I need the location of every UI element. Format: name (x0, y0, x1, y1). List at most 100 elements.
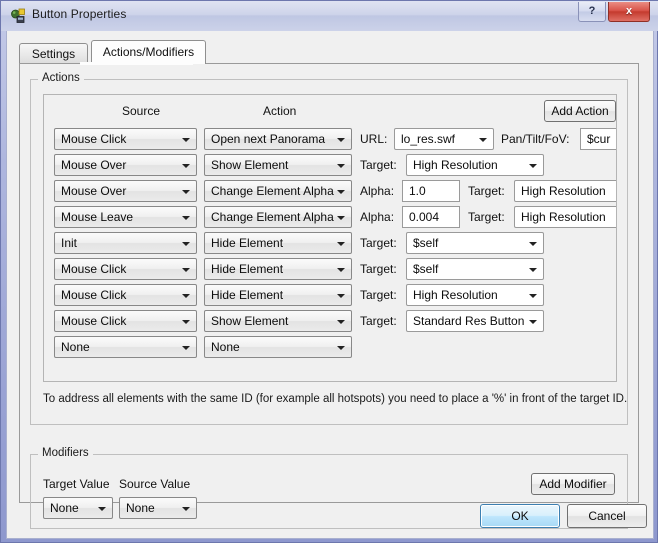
column-header-action: Action (263, 104, 297, 118)
row-target-combo[interactable]: High Resolution (514, 206, 616, 228)
chevron-down-icon (529, 242, 537, 246)
chevron-down-icon (479, 138, 487, 142)
row-action-combo[interactable]: Change Element Alpha (204, 180, 352, 202)
dialog-window: Button Properties ? x Settings Actions/M… (0, 0, 658, 543)
row-source-combo[interactable]: None (54, 336, 197, 358)
chevron-down-icon (182, 190, 190, 194)
row-action-combo[interactable]: Change Element Alpha (204, 206, 352, 228)
chevron-down-icon (337, 216, 345, 220)
chevron-down-icon (182, 507, 190, 511)
row-field-label-1: Target: (360, 262, 397, 276)
add-modifier-button[interactable]: Add Modifier (531, 473, 615, 495)
chevron-down-icon (337, 320, 345, 324)
row-source-value: Mouse Over (61, 158, 127, 172)
row-target-value: $self (413, 236, 439, 250)
row-url-combo[interactable]: lo_res.swf (394, 128, 494, 150)
modifier-header-source-value: Source Value (119, 477, 191, 491)
app-icon (11, 8, 25, 23)
row-field-label-1: Alpha: (360, 184, 395, 198)
chevron-down-icon (182, 320, 190, 324)
actions-scroll-panel: Source Action Add Action Mouse Click Ope… (43, 94, 617, 382)
row-field-label-1: Alpha: (360, 210, 395, 224)
row-action-combo[interactable]: None (204, 336, 352, 358)
chevron-down-icon (337, 190, 345, 194)
row-target-value: High Resolution (413, 288, 498, 302)
row-url-value: lo_res.swf (401, 132, 456, 146)
tab-actions-modifiers[interactable]: Actions/Modifiers (91, 40, 206, 64)
row-action-value: Hide Element (211, 288, 284, 302)
row-source-combo[interactable]: Mouse Click (54, 128, 197, 150)
row-target-combo[interactable]: Standard Res Button (406, 310, 544, 332)
chevron-down-icon (337, 346, 345, 350)
row-target-value: $self (413, 262, 439, 276)
row-alpha-input[interactable]: 0.004 (402, 206, 460, 228)
tab-active-notch (80, 62, 193, 65)
row-action-value: Open next Panorama (211, 132, 326, 146)
row-source-value: Mouse Click (61, 262, 127, 276)
chevron-down-icon (182, 138, 190, 142)
chevron-down-icon (529, 268, 537, 272)
actions-note: To address all elements with the same ID… (43, 393, 628, 405)
row-action-combo[interactable]: Hide Element (204, 258, 352, 280)
chevron-down-icon (182, 242, 190, 246)
row-pantiltfov-input[interactable]: $cur (580, 128, 616, 150)
row-action-value: Hide Element (211, 262, 284, 276)
row-field-label-1: Target: (360, 158, 397, 172)
row-action-combo[interactable]: Show Element (204, 310, 352, 332)
row-source-value: Mouse Leave (61, 210, 134, 224)
row-action-value: Show Element (211, 314, 289, 328)
modifier-source-value: None (126, 501, 155, 515)
row-alpha-input[interactable]: 1.0 (402, 180, 460, 202)
ok-button[interactable]: OK (480, 504, 560, 528)
modifier-target-value: None (50, 501, 79, 515)
chevron-down-icon (337, 138, 345, 142)
cancel-button[interactable]: Cancel (567, 504, 647, 528)
row-source-value: None (61, 340, 90, 354)
row-action-value: Change Element Alpha (211, 210, 334, 224)
row-field-label-2: Target: (468, 184, 505, 198)
row-action-combo[interactable]: Hide Element (204, 284, 352, 306)
row-action-value: Change Element Alpha (211, 184, 334, 198)
chevron-down-icon (337, 242, 345, 246)
row-source-combo[interactable]: Mouse Over (54, 154, 197, 176)
row-target-value: Standard Res Button (413, 314, 525, 328)
row-action-combo[interactable]: Open next Panorama (204, 128, 352, 150)
row-source-combo[interactable]: Mouse Click (54, 258, 197, 280)
chevron-down-icon (98, 507, 106, 511)
tab-strip: Settings Actions/Modifiers (19, 40, 639, 64)
modifier-target-value-combo[interactable]: None (43, 497, 113, 519)
tab-settings[interactable]: Settings (19, 43, 88, 64)
help-button[interactable]: ? (578, 2, 606, 22)
row-target-combo[interactable]: High Resolution (406, 284, 544, 306)
chevron-down-icon (182, 268, 190, 272)
row-source-combo[interactable]: Mouse Click (54, 284, 197, 306)
row-field-label-1: Target: (360, 314, 397, 328)
modifiers-group-title: Modifiers (38, 447, 93, 459)
row-field-label-1: Target: (360, 236, 397, 250)
chevron-down-icon (337, 268, 345, 272)
row-target-combo[interactable]: $self (406, 258, 544, 280)
row-source-combo[interactable]: Init (54, 232, 197, 254)
chevron-down-icon (182, 164, 190, 168)
chevron-down-icon (337, 164, 345, 168)
row-target-value: High Resolution (521, 210, 606, 224)
row-action-combo[interactable]: Hide Element (204, 232, 352, 254)
title-bar: Button Properties ? x (1, 1, 658, 31)
row-source-combo[interactable]: Mouse Over (54, 180, 197, 202)
row-source-combo[interactable]: Mouse Click (54, 310, 197, 332)
actions-group: Actions Source Action Add Action Mouse C… (30, 72, 628, 425)
modifier-source-value-combo[interactable]: None (119, 497, 197, 519)
row-field-label-1: Target: (360, 288, 397, 302)
row-source-value: Mouse Click (61, 314, 127, 328)
row-target-combo[interactable]: High Resolution (514, 180, 616, 202)
row-target-combo[interactable]: High Resolution (406, 154, 544, 176)
chevron-down-icon (529, 294, 537, 298)
row-field-label-1: URL: (360, 132, 388, 146)
row-target-combo[interactable]: $self (406, 232, 544, 254)
row-source-combo[interactable]: Mouse Leave (54, 206, 197, 228)
close-button[interactable]: x (608, 2, 650, 22)
row-action-value: Hide Element (211, 236, 284, 250)
row-action-combo[interactable]: Show Element (204, 154, 352, 176)
add-action-button[interactable]: Add Action (544, 100, 616, 122)
chevron-down-icon (529, 320, 537, 324)
